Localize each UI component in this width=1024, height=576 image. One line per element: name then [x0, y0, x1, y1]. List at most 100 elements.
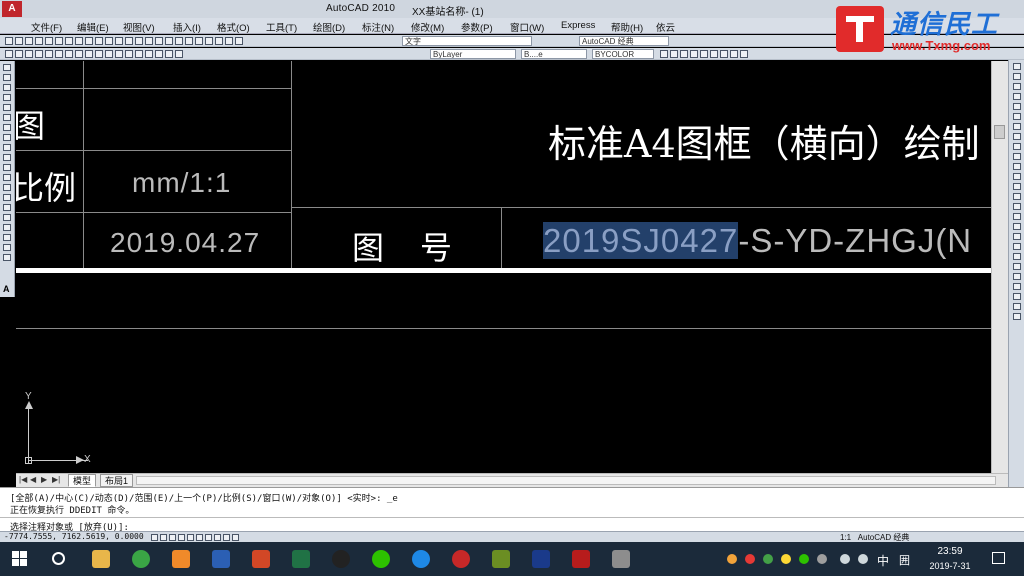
linetype-select[interactable]: B....e — [521, 49, 587, 59]
dyn-icon[interactable] — [214, 534, 221, 541]
rectangle-icon[interactable] — [3, 104, 11, 111]
break-at-point-icon[interactable] — [1013, 173, 1021, 180]
spline-icon[interactable] — [3, 144, 11, 151]
publish-icon[interactable] — [55, 37, 63, 45]
array-icon[interactable] — [1013, 103, 1021, 110]
new-file-icon[interactable] — [5, 37, 13, 45]
sheet-set-icon[interactable] — [205, 37, 213, 45]
horizontal-scrollbar-thumb[interactable] — [136, 476, 996, 485]
rectangle-icon[interactable] — [45, 50, 53, 58]
grid-icon[interactable] — [160, 534, 167, 541]
ime-indicator[interactable]: 中 — [877, 552, 889, 569]
construction-line-icon[interactable] — [15, 50, 23, 58]
menu-window[interactable]: 窗口(W) — [510, 20, 544, 34]
zoom-all-icon[interactable] — [730, 50, 738, 58]
zoom-dynamic-icon[interactable] — [670, 50, 678, 58]
workspace-select[interactable]: AutoCAD 经典 — [579, 36, 669, 46]
leader-icon[interactable] — [1013, 253, 1021, 260]
rotate-icon[interactable] — [1013, 123, 1021, 130]
tray-wechat-icon[interactable] — [799, 554, 809, 564]
dimension-icon[interactable] — [1013, 243, 1021, 250]
ime-mode-icon[interactable]: 囲 — [899, 552, 910, 568]
vertical-scrollbar[interactable] — [991, 61, 1008, 473]
qq-icon[interactable] — [332, 550, 350, 568]
hatch-icon[interactable] — [135, 50, 143, 58]
point-icon[interactable] — [3, 194, 11, 201]
tab-layout1[interactable]: 布局1 — [100, 474, 134, 487]
make-block-icon[interactable] — [3, 184, 11, 191]
polyline-icon[interactable] — [3, 84, 11, 91]
menu-format[interactable]: 格式(O) — [217, 20, 250, 34]
menu-express[interactable]: Express — [561, 20, 595, 31]
table-icon[interactable] — [165, 50, 173, 58]
line-icon[interactable] — [5, 50, 13, 58]
ellipse-arc-icon[interactable] — [3, 164, 11, 171]
ducs-icon[interactable] — [205, 534, 212, 541]
properties-icon[interactable] — [175, 37, 183, 45]
open-file-icon[interactable] — [15, 37, 23, 45]
ellipse-icon[interactable] — [95, 50, 103, 58]
boundary-icon[interactable] — [3, 244, 11, 251]
arc-icon[interactable] — [3, 114, 11, 121]
notification-icon[interactable] — [992, 552, 1005, 564]
drawing-scale-value[interactable]: mm/1:1 — [132, 167, 231, 199]
windows-start-icon[interactable] — [12, 551, 28, 567]
zoom-previous-icon[interactable] — [165, 37, 173, 45]
stretch-icon[interactable] — [1013, 143, 1021, 150]
zoom-realtime-icon[interactable] — [145, 37, 153, 45]
revcloud-icon[interactable] — [3, 134, 11, 141]
scale-icon[interactable] — [1013, 133, 1021, 140]
extend-icon[interactable] — [1013, 163, 1021, 170]
match-properties-icon[interactable] — [95, 37, 103, 45]
wechat-icon[interactable] — [372, 550, 390, 568]
app-icon[interactable] — [532, 550, 550, 568]
mirror-icon[interactable] — [1013, 83, 1021, 90]
drawing-canvas[interactable]: 图 比例 mm/1:1 2019.04.27 标准A4图框（横向）绘制 图号 2… — [16, 61, 991, 473]
trim-icon[interactable] — [1013, 153, 1021, 160]
browser-icon[interactable] — [132, 550, 150, 568]
tool-palettes-icon[interactable] — [195, 37, 203, 45]
app-icon[interactable] — [492, 550, 510, 568]
mtext-icon[interactable]: A — [3, 284, 10, 294]
tab-prev-icon[interactable]: ◀ — [30, 475, 36, 484]
markup-icon[interactable] — [215, 37, 223, 45]
pan-icon[interactable] — [135, 37, 143, 45]
autocad-logo-icon[interactable]: A — [2, 1, 22, 17]
wifi-icon[interactable] — [840, 554, 850, 564]
drawing-label-tu[interactable]: 图 — [16, 101, 45, 147]
print-preview-icon[interactable] — [45, 37, 53, 45]
design-center-icon[interactable] — [185, 37, 193, 45]
search-icon[interactable] — [52, 552, 65, 565]
xline-icon[interactable] — [3, 74, 11, 81]
tab-last-icon[interactable]: ▶| — [52, 475, 60, 484]
wipeout-icon[interactable] — [3, 254, 11, 261]
table-icon[interactable] — [3, 234, 11, 241]
insert-block-icon[interactable] — [105, 50, 113, 58]
word-icon[interactable] — [212, 550, 230, 568]
zoom-out-icon[interactable] — [720, 50, 728, 58]
list-icon[interactable] — [1013, 283, 1021, 290]
menu-view[interactable]: 视图(V) — [123, 20, 155, 34]
region-icon[interactable] — [3, 224, 11, 231]
menu-yiyun[interactable]: 依云 — [656, 20, 675, 34]
layer-states-icon[interactable] — [1013, 303, 1021, 310]
volume-icon[interactable] — [858, 554, 868, 564]
menu-dimension[interactable]: 标注(N) — [362, 20, 394, 34]
polyline-icon[interactable] — [25, 50, 33, 58]
drawing-number-rest[interactable]: -S-YD-ZHGJ(N — [738, 222, 972, 259]
drawing-number-text[interactable]: 2019SJ0427-S-YD-ZHGJ(N — [543, 222, 972, 260]
app-icon[interactable] — [452, 550, 470, 568]
erase-icon[interactable] — [1013, 63, 1021, 70]
draworder-icon[interactable] — [1013, 233, 1021, 240]
tolerance-icon[interactable] — [1013, 263, 1021, 270]
zoom-in-icon[interactable] — [710, 50, 718, 58]
clock-time[interactable]: 23:59 — [928, 546, 972, 557]
drawing-label-number[interactable]: 图号 — [352, 223, 488, 269]
gradient-icon[interactable] — [145, 50, 153, 58]
drawing-label-scale[interactable]: 比例 — [16, 163, 76, 209]
layer-icon[interactable] — [1013, 293, 1021, 300]
zoom-extents-icon[interactable] — [740, 50, 748, 58]
app-icon[interactable] — [612, 550, 630, 568]
app-icon[interactable] — [412, 550, 430, 568]
make-block-icon[interactable] — [115, 50, 123, 58]
